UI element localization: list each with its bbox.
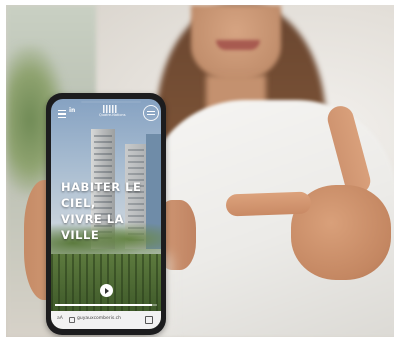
play-icon[interactable] [100,284,113,297]
browser-url-bar[interactable]: aA guyauxcomberis.ch [51,311,161,329]
headline-line-4: VILLE [61,228,100,242]
logo-text: Quatre-Nations [99,113,126,117]
video-progress-bar[interactable] [55,304,157,306]
url-text: guyauxcomberis.ch [77,316,122,321]
menu-circle-icon[interactable] [143,105,159,121]
phone-screen: in Quatre-Nations HABITER LE CIEL, VIVRE… [51,99,161,329]
headline-line-3: VIVRE LA [61,212,125,226]
menu-line [147,114,155,115]
linkedin-icon[interactable]: in [69,107,75,114]
lock-icon [69,317,75,323]
headline-line-1: HABITER LE [61,180,142,194]
headline-line-2: CIEL, [61,196,96,210]
pointing-finger [225,191,312,217]
site-header: in Quatre-Nations [51,99,161,121]
video-progress-fill [55,304,152,306]
logo-icon[interactable]: Quatre-Nations [99,105,126,119]
smartphone: in Quatre-Nations HABITER LE CIEL, VIVRE… [46,93,166,335]
logo-bars [103,105,117,113]
menu-icon[interactable] [58,110,66,118]
hero-headline: HABITER LE CIEL, VIVRE LA VILLE [61,179,161,243]
text-size-icon[interactable]: aA [57,316,63,321]
tabs-icon[interactable] [145,316,153,324]
menu-line [147,111,155,112]
photo-frame: in Quatre-Nations HABITER LE CIEL, VIVRE… [6,5,394,337]
woman-smile [216,40,260,50]
